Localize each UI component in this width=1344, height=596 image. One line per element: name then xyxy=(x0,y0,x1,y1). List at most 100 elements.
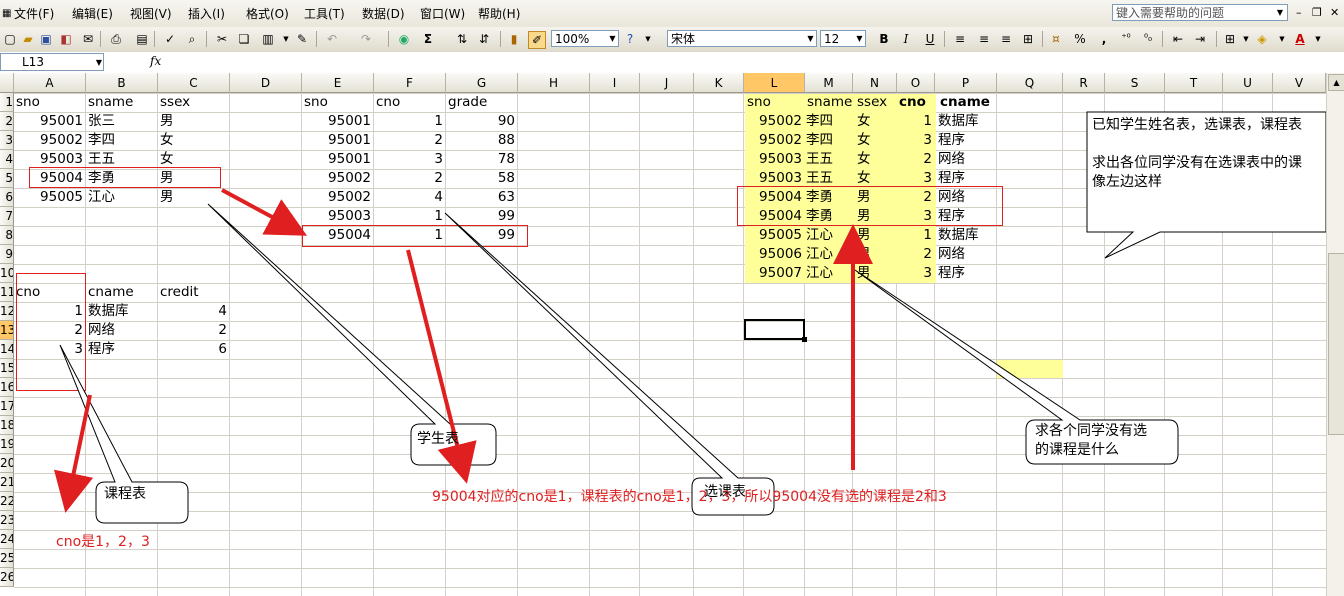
row-header[interactable]: 22 xyxy=(0,492,14,511)
row-header[interactable]: 7 xyxy=(0,207,14,226)
autosum-icon[interactable]: Σ xyxy=(420,31,436,47)
student-cell[interactable]: 95005 xyxy=(14,188,83,207)
result-cell[interactable]: 李四 xyxy=(806,112,833,131)
menu-help[interactable]: 帮助(H) xyxy=(478,5,520,22)
formula-input[interactable] xyxy=(170,53,1340,71)
course-cell[interactable]: 6 xyxy=(158,340,227,359)
result-cell[interactable]: 男 xyxy=(857,245,871,264)
student-cell[interactable]: 95002 xyxy=(14,131,83,150)
column-header-q[interactable]: Q xyxy=(997,73,1063,93)
increase-indent-icon[interactable]: ⇥ xyxy=(1192,31,1208,47)
result-cell[interactable]: 95002 xyxy=(743,112,802,131)
vertical-scrollbar[interactable]: ▲ xyxy=(1326,73,1344,596)
redo-icon[interactable]: ↷ xyxy=(358,31,374,47)
sort-ascending-icon[interactable]: ⇅ xyxy=(454,31,470,47)
active-cell-selection[interactable] xyxy=(744,319,807,342)
course-cell[interactable]: 2 xyxy=(158,321,227,340)
font-select[interactable]: 宋体 ▼ xyxy=(667,30,817,47)
zoom-select[interactable]: 100% ▼ xyxy=(551,30,619,47)
result-cell[interactable]: 江心 xyxy=(806,226,833,245)
name-box-dropdown-icon[interactable]: ▼ xyxy=(96,54,102,71)
row-header[interactable]: 15 xyxy=(0,359,14,378)
column-header-b[interactable]: B xyxy=(86,73,158,93)
result-cell[interactable]: 女 xyxy=(857,131,871,150)
row-header[interactable]: 9 xyxy=(0,245,14,264)
result-cell[interactable]: 95002 xyxy=(743,131,802,150)
sc-cell[interactable]: 58 xyxy=(446,169,515,188)
course-cell[interactable]: 4 xyxy=(158,302,227,321)
result-cell[interactable]: 3 xyxy=(896,264,932,283)
column-header-n[interactable]: N xyxy=(853,73,897,93)
sc-cell[interactable]: 63 xyxy=(446,188,515,207)
sc-cell[interactable]: 4 xyxy=(374,188,443,207)
percent-button[interactable]: % xyxy=(1072,31,1088,47)
column-header-c[interactable]: C xyxy=(158,73,230,93)
sc-cell[interactable]: 95001 xyxy=(302,131,371,150)
help-icon[interactable]: ? xyxy=(622,31,638,47)
sc-cell[interactable]: 95002 xyxy=(302,169,371,188)
result-cell[interactable]: 王五 xyxy=(806,150,833,169)
column-header-v[interactable]: V xyxy=(1273,73,1326,93)
result-cell[interactable]: 95006 xyxy=(743,245,802,264)
result-cell[interactable]: 女 xyxy=(857,112,871,131)
row-header[interactable]: 4 xyxy=(0,150,14,169)
font-dropdown-icon[interactable]: ▼ xyxy=(805,31,816,46)
row-header[interactable]: 3 xyxy=(0,131,14,150)
restore-icon[interactable]: ❐ xyxy=(1312,6,1322,19)
student-cell[interactable]: 95001 xyxy=(14,112,83,131)
sc-cell[interactable]: 88 xyxy=(446,131,515,150)
fill-color-icon[interactable]: ◈ xyxy=(1254,31,1270,47)
row-header[interactable]: 16 xyxy=(0,378,14,397)
merge-center-icon[interactable]: ⊞ xyxy=(1020,31,1036,47)
column-header-i[interactable]: I xyxy=(590,73,640,93)
select-all-corner[interactable] xyxy=(0,73,14,93)
format-painter-icon[interactable]: ✎ xyxy=(294,31,310,47)
column-header-p[interactable]: P xyxy=(935,73,997,93)
zoom-dropdown-icon[interactable]: ▼ xyxy=(607,31,618,46)
column-header-m[interactable]: M xyxy=(805,73,853,93)
column-header-d[interactable]: D xyxy=(230,73,302,93)
drawing-icon[interactable]: ✐ xyxy=(528,31,546,49)
column-header-e[interactable]: E xyxy=(302,73,374,93)
column-header-g[interactable]: G xyxy=(446,73,518,93)
row-header[interactable]: 17 xyxy=(0,397,14,416)
sc-cell[interactable]: 1 xyxy=(374,112,443,131)
row-header[interactable]: 14 xyxy=(0,340,14,359)
research-icon[interactable]: ⌕ xyxy=(184,31,200,47)
student-cell[interactable]: 女 xyxy=(160,131,174,150)
result-cell[interactable]: 李四 xyxy=(806,131,833,150)
result-cell[interactable]: 男 xyxy=(857,264,871,283)
fill-color-dropdown-icon[interactable]: ▼ xyxy=(1274,31,1290,47)
result-cell[interactable]: 数据库 xyxy=(938,112,979,131)
underline-button[interactable]: U xyxy=(922,31,938,47)
row-header[interactable]: 8 xyxy=(0,226,14,245)
comma-button[interactable]: , xyxy=(1096,31,1112,47)
italic-button[interactable]: I xyxy=(898,31,914,47)
help-search-input[interactable]: 键入需要帮助的问题 ▼ xyxy=(1112,4,1288,21)
student-cell[interactable]: 张三 xyxy=(88,112,115,131)
paste-icon[interactable]: ▥ xyxy=(260,31,276,47)
hyperlink-icon[interactable]: ◉ xyxy=(396,31,412,47)
course-cell[interactable]: 程序 xyxy=(88,340,115,359)
row-header[interactable]: 12 xyxy=(0,302,14,321)
open-icon[interactable]: ▰ xyxy=(20,31,36,47)
result-cell[interactable]: 网络 xyxy=(938,150,965,169)
sc-cell[interactable]: 2 xyxy=(374,169,443,188)
row-header[interactable]: 5 xyxy=(0,169,14,188)
column-header-j[interactable]: J xyxy=(640,73,694,93)
result-cell[interactable]: 男 xyxy=(857,226,871,245)
row-header[interactable]: 2 xyxy=(0,112,14,131)
result-cell[interactable]: 1 xyxy=(896,226,932,245)
menu-tools[interactable]: 工具(T) xyxy=(304,5,345,22)
cut-icon[interactable]: ✂ xyxy=(214,31,230,47)
borders-dropdown-icon[interactable]: ▼ xyxy=(1238,31,1254,47)
column-header-r[interactable]: R xyxy=(1063,73,1105,93)
student-cell[interactable]: 江心 xyxy=(88,188,115,207)
scroll-thumb[interactable] xyxy=(1328,253,1344,435)
course-cell[interactable]: 网络 xyxy=(88,321,115,340)
row-header[interactable]: 19 xyxy=(0,435,14,454)
result-cell[interactable]: 网络 xyxy=(938,245,965,264)
sc-cell[interactable]: 99 xyxy=(446,207,515,226)
borders-icon[interactable]: ⊞ xyxy=(1222,31,1238,47)
scroll-up-icon[interactable]: ▲ xyxy=(1328,74,1344,91)
